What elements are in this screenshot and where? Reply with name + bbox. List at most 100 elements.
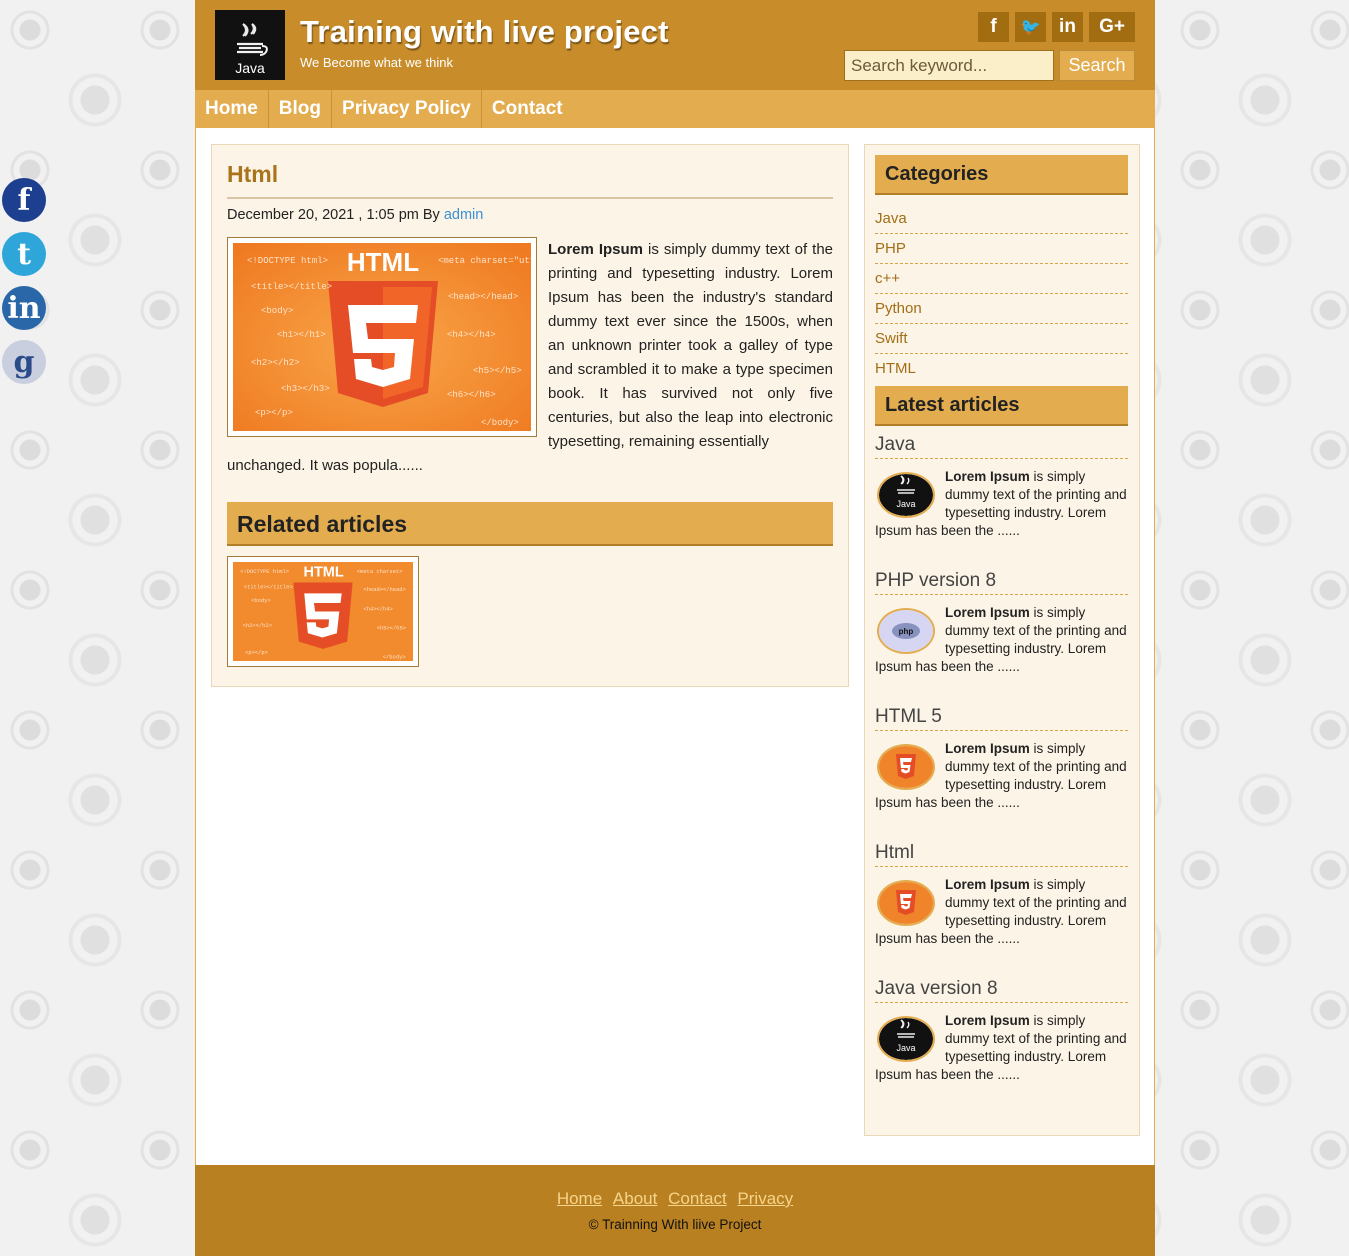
header-social-links: f 🐦 in G+ (978, 12, 1135, 42)
latest-article: Html Lorem Ipsum is simply dummy text of… (875, 842, 1128, 948)
post-by: By (422, 207, 440, 223)
sidebar: Categories Java PHP c++ Python Swift HTM… (864, 144, 1140, 1136)
main-nav: Home Blog Privacy Policy Contact (195, 90, 1155, 128)
site-title[interactable]: Training with live project (300, 14, 669, 50)
latest-article: Java version 8 Java Lorem Ipsum is simpl… (875, 978, 1128, 1084)
svg-text:<h2></h2>: <h2></h2> (243, 622, 272, 629)
java-thumbnail[interactable]: Java (877, 1016, 935, 1062)
svg-text:Java: Java (896, 1043, 915, 1053)
svg-text:<title></title>: <title></title> (251, 282, 332, 292)
category-java[interactable]: Java (875, 205, 1128, 234)
related-article-thumb[interactable]: HTML <!DOCTYPE html> <meta charset> <tit… (227, 556, 419, 667)
svg-text:</body>: </body> (383, 654, 406, 661)
svg-text:<h4></h4>: <h4></h4> (363, 605, 392, 612)
svg-text:<title></title>: <title></title> (244, 584, 293, 591)
svg-text:<body>: <body> (251, 597, 271, 604)
footer-link-contact[interactable]: Contact (668, 1189, 727, 1208)
svg-text:<h4></h4>: <h4></h4> (447, 330, 496, 340)
linkedin-icon[interactable]: in (2, 286, 46, 330)
latest-bold: Lorem Ipsum (945, 877, 1030, 892)
post-meta: December 20, 2021 , 1:05 pm By admin (227, 207, 483, 223)
post-title[interactable]: Html (227, 161, 278, 188)
nav-blog[interactable]: Blog (269, 90, 333, 128)
svg-text:</body>: </body> (481, 418, 519, 428)
svg-text:<p></p>: <p></p> (245, 649, 268, 656)
svg-text:HTML: HTML (347, 247, 419, 277)
post-image: HTML <!DOCTYPE html> <meta charset="utf-… (227, 237, 537, 437)
svg-text:<h5></h5>: <h5></h5> (377, 625, 406, 632)
article-panel: Html December 20, 2021 , 1:05 pm By admi… (211, 144, 849, 687)
nav-contact[interactable]: Contact (482, 90, 573, 128)
svg-text:<h2></h2>: <h2></h2> (251, 358, 300, 368)
google-plus-icon[interactable]: G+ (1089, 12, 1135, 42)
java-logo[interactable]: Java (215, 10, 285, 80)
latest-article-excerpt: Java Lorem Ipsum is simply dummy text of… (875, 468, 1128, 540)
search-button[interactable]: Search (1059, 50, 1135, 81)
svg-text:HTML: HTML (303, 564, 343, 580)
site-tagline: We Become what we think (300, 55, 453, 70)
categories-heading: Categories (875, 155, 1128, 195)
svg-text:<h1></h1>: <h1></h1> (277, 330, 326, 340)
facebook-icon[interactable]: f (2, 178, 46, 222)
post-date: December 20, 2021 , 1:05 pm (227, 207, 419, 223)
footer-link-about[interactable]: About (613, 1189, 657, 1208)
title-divider (227, 197, 833, 199)
post-body-rest: is simply dummy text of the printing and… (548, 241, 833, 450)
search-input[interactable] (844, 50, 1054, 81)
latest-article-title[interactable]: Java (875, 434, 1128, 459)
latest-bold: Lorem Ipsum (945, 1013, 1030, 1028)
facebook-icon[interactable]: f (978, 12, 1009, 42)
svg-text:<p></p>: <p></p> (255, 408, 293, 418)
svg-text:<head></head>: <head></head> (448, 292, 518, 302)
google-plus-icon[interactable]: g (2, 340, 46, 384)
latest-article-title[interactable]: PHP version 8 (875, 570, 1128, 595)
page-wrapper: Java Training with live project We Becom… (195, 0, 1155, 1256)
twitter-icon[interactable]: 🐦 (1015, 12, 1046, 42)
post-author-link[interactable]: admin (444, 207, 484, 223)
svg-text:<!DOCTYPE html>: <!DOCTYPE html> (240, 568, 289, 575)
latest-bold: Lorem Ipsum (945, 741, 1030, 756)
svg-text:<meta charset>: <meta charset> (357, 568, 403, 575)
latest-articles-heading: Latest articles (875, 386, 1128, 426)
footer-links: Home About Contact Privacy (195, 1189, 1155, 1209)
nav-home[interactable]: Home (195, 90, 269, 128)
floating-social-bar: f t in g (2, 178, 50, 394)
footer-link-home[interactable]: Home (557, 1189, 602, 1208)
latest-article-excerpt: Java Lorem Ipsum is simply dummy text of… (875, 1012, 1128, 1084)
svg-text:<meta charset="utf-8">: <meta charset="utf-8"> (438, 256, 531, 266)
related-articles-heading: Related articles (227, 502, 833, 546)
footer-link-privacy[interactable]: Privacy (737, 1189, 793, 1208)
latest-article-excerpt: php Lorem Ipsum is simply dummy text of … (875, 604, 1128, 676)
category-python[interactable]: Python (875, 295, 1128, 324)
category-php[interactable]: PHP (875, 235, 1128, 264)
category-html[interactable]: HTML (875, 355, 1128, 383)
category-swift[interactable]: Swift (875, 325, 1128, 354)
nav-privacy-policy[interactable]: Privacy Policy (332, 90, 482, 128)
svg-text:<h3></h3>: <h3></h3> (281, 384, 330, 394)
latest-bold: Lorem Ipsum (945, 605, 1030, 620)
category-cpp[interactable]: c++ (875, 265, 1128, 294)
latest-bold: Lorem Ipsum (945, 469, 1030, 484)
latest-article: Java Java Lorem Ipsum is simply dummy te… (875, 434, 1128, 540)
post-body-bold: Lorem Ipsum (548, 241, 644, 258)
latest-article-title[interactable]: Html (875, 842, 1128, 867)
latest-article-excerpt: Lorem Ipsum is simply dummy text of the … (875, 876, 1128, 948)
svg-text:<body>: <body> (261, 306, 293, 316)
svg-text:<head></head>: <head></head> (363, 586, 405, 593)
svg-text:Java: Java (896, 499, 915, 509)
post-body-text: Lorem Ipsum is simply dummy text of the … (548, 238, 833, 454)
linkedin-icon[interactable]: in (1052, 12, 1083, 42)
latest-article: PHP version 8 php Lorem Ipsum is simply … (875, 570, 1128, 676)
java-thumbnail[interactable]: Java (877, 472, 935, 518)
copyright: © Trainning With liive Project (588, 1217, 762, 1232)
post-body-continued: unchanged. It was popula...... (227, 457, 423, 474)
site-header: Java Training with live project We Becom… (195, 0, 1155, 90)
svg-text:<!DOCTYPE html>: <!DOCTYPE html> (247, 256, 328, 266)
html5-thumbnail[interactable] (877, 744, 935, 790)
twitter-icon[interactable]: t (2, 232, 46, 276)
latest-article-title[interactable]: HTML 5 (875, 706, 1128, 731)
site-footer: Home About Contact Privacy © Trainning W… (195, 1165, 1155, 1256)
latest-article-title[interactable]: Java version 8 (875, 978, 1128, 1003)
html5-thumbnail[interactable] (877, 880, 935, 926)
php-thumbnail[interactable]: php (877, 608, 935, 654)
